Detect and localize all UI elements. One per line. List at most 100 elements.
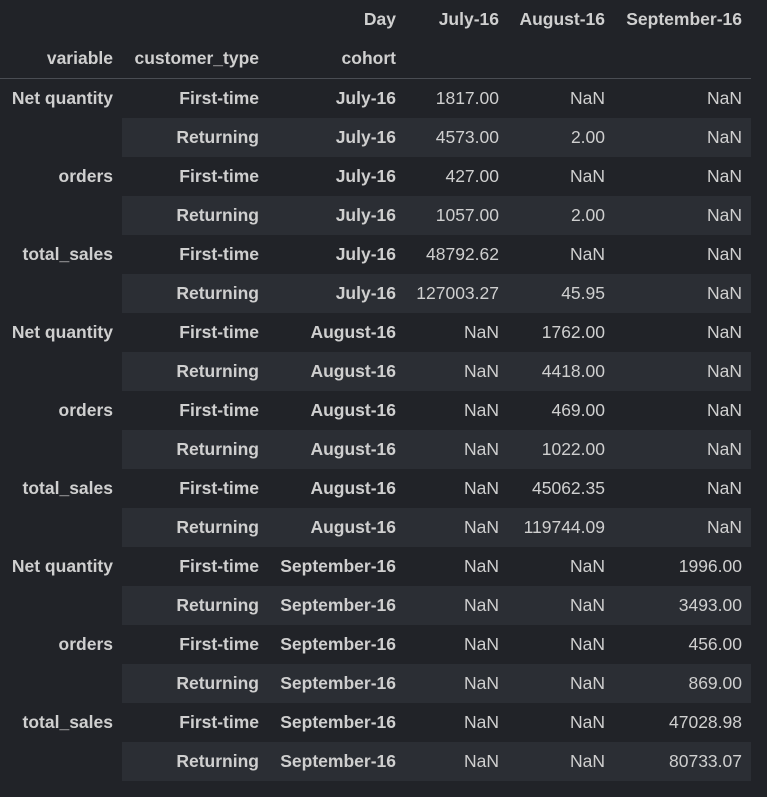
- row-index-variable: total_sales: [22, 244, 113, 264]
- table-cell: NaN: [614, 508, 751, 547]
- header-row-index-names: variable customer_type cohort: [0, 39, 751, 79]
- table-cell: 48792.62: [426, 244, 499, 264]
- table-cell: NaN: [706, 400, 742, 420]
- index-name-customer-type: customer_type: [122, 39, 268, 79]
- header-row-columns: Day July-16 August-16 September-16: [0, 0, 751, 39]
- row-index-cohort: August-16: [310, 478, 396, 498]
- column-header-month: July-16: [438, 9, 499, 29]
- row-index-customer-type: First-time: [179, 88, 259, 108]
- row-index-customer-type: First-time: [179, 400, 259, 420]
- table-cell: 2.00: [508, 196, 614, 235]
- row-index-cohort: August-16: [268, 430, 405, 469]
- table-cell: 869.00: [614, 664, 751, 703]
- table-cell: NaN: [706, 322, 742, 342]
- table-cell: NaN: [405, 664, 508, 703]
- table-cell: 1057.00: [405, 196, 508, 235]
- row-index-variable: [0, 118, 122, 157]
- table-cell: 45062.35: [532, 478, 605, 498]
- index-name-variable: variable: [0, 39, 122, 79]
- table-cell: 45.95: [508, 274, 614, 313]
- table-cell: 469.00: [551, 400, 605, 420]
- table-row: orders First-time July-16 427.00 NaN NaN: [0, 157, 751, 196]
- table-cell: 4418.00: [508, 352, 614, 391]
- table-cell: NaN: [405, 430, 508, 469]
- table-cell: 1022.00: [508, 430, 614, 469]
- table-cell: NaN: [463, 400, 499, 420]
- table-cell: 127003.27: [405, 274, 508, 313]
- table-cell: NaN: [405, 586, 508, 625]
- row-index-variable: [0, 508, 122, 547]
- row-index-cohort: September-16: [280, 556, 396, 576]
- table-row: orders First-time September-16 NaN NaN 456.00: [0, 625, 751, 664]
- row-index-customer-type: First-time: [179, 322, 259, 342]
- row-index-variable: Net quantity: [11, 556, 113, 576]
- row-index-cohort: July-16: [335, 166, 396, 186]
- row-index-cohort: August-16: [310, 322, 396, 342]
- row-index-cohort: July-16: [335, 244, 396, 264]
- dataframe-output: Day July-16 August-16 September-16 varia…: [0, 0, 751, 781]
- table-cell: NaN: [508, 586, 614, 625]
- row-index-variable: [0, 430, 122, 469]
- table-row: Net quantity First-time August-16 NaN 1762.0…: [0, 313, 751, 352]
- row-index-cohort: July-16: [268, 196, 405, 235]
- row-index-customer-type: Returning: [122, 352, 268, 391]
- row-index-variable: [0, 274, 122, 313]
- header-blank: [614, 39, 751, 79]
- row-index-cohort: August-16: [310, 400, 396, 420]
- row-index-customer-type: First-time: [179, 166, 259, 186]
- table-cell: NaN: [508, 742, 614, 781]
- table-header: Day July-16 August-16 September-16 varia…: [0, 0, 751, 79]
- table-cell: NaN: [405, 352, 508, 391]
- table-cell: NaN: [463, 556, 499, 576]
- header-blank: [508, 39, 614, 79]
- table-cell: 4573.00: [405, 118, 508, 157]
- table-cell: NaN: [463, 634, 499, 654]
- row-index-customer-type: First-time: [179, 712, 259, 732]
- table-body: Net quantity First-time July-16 1817.00 NaN N…: [0, 79, 751, 781]
- row-index-variable: orders: [58, 400, 113, 420]
- row-index-customer-type: Returning: [122, 430, 268, 469]
- table-row: total_sales First-time August-16 NaN 45062.3…: [0, 469, 751, 508]
- row-index-customer-type: Returning: [122, 196, 268, 235]
- row-index-variable: total_sales: [22, 478, 113, 498]
- table-cell: 1996.00: [678, 556, 742, 576]
- table-row: Net quantity First-time September-16 NaN NaN…: [0, 547, 751, 586]
- row-index-cohort: August-16: [268, 508, 405, 547]
- row-index-cohort: July-16: [335, 88, 396, 108]
- table-cell: 427.00: [445, 166, 499, 186]
- table-cell: NaN: [463, 322, 499, 342]
- table-row: Net quantity First-time July-16 1817.00 NaN N…: [0, 79, 751, 119]
- table-cell: NaN: [706, 244, 742, 264]
- table-cell: NaN: [569, 244, 605, 264]
- table-row: Returning September-16 NaN NaN 869.00: [0, 664, 751, 703]
- table-row: Returning August-16 NaN 1022.00 NaN: [0, 430, 751, 469]
- table-cell: 119744.09: [508, 508, 614, 547]
- row-index-variable: orders: [58, 166, 113, 186]
- column-header-month: September-16: [626, 9, 742, 29]
- column-header-month: August-16: [519, 9, 605, 29]
- table-row: total_sales First-time July-16 48792.62 NaN N…: [0, 235, 751, 274]
- table-row: Returning July-16 4573.00 2.00 NaN: [0, 118, 751, 157]
- table-cell: NaN: [706, 88, 742, 108]
- table-cell: NaN: [614, 196, 751, 235]
- table-cell: 1817.00: [435, 88, 499, 108]
- table-cell: NaN: [614, 352, 751, 391]
- row-index-variable: [0, 742, 122, 781]
- index-name-cohort: cohort: [268, 39, 405, 79]
- row-index-customer-type: Returning: [122, 742, 268, 781]
- table-cell: NaN: [405, 508, 508, 547]
- table-cell: NaN: [614, 430, 751, 469]
- table-cell: NaN: [706, 166, 742, 186]
- header-blank: [122, 0, 268, 39]
- row-index-customer-type: Returning: [122, 586, 268, 625]
- header-blank: [0, 0, 122, 39]
- table-row: Returning July-16 1057.00 2.00 NaN: [0, 196, 751, 235]
- table-row: Returning August-16 NaN 119744.09 NaN: [0, 508, 751, 547]
- table-row: Returning September-16 NaN NaN 80733.07: [0, 742, 751, 781]
- row-index-cohort: September-16: [280, 712, 396, 732]
- row-index-customer-type: Returning: [122, 508, 268, 547]
- row-index-cohort: July-16: [268, 274, 405, 313]
- row-index-variable: [0, 664, 122, 703]
- table-cell: NaN: [614, 274, 751, 313]
- row-index-customer-type: First-time: [179, 556, 259, 576]
